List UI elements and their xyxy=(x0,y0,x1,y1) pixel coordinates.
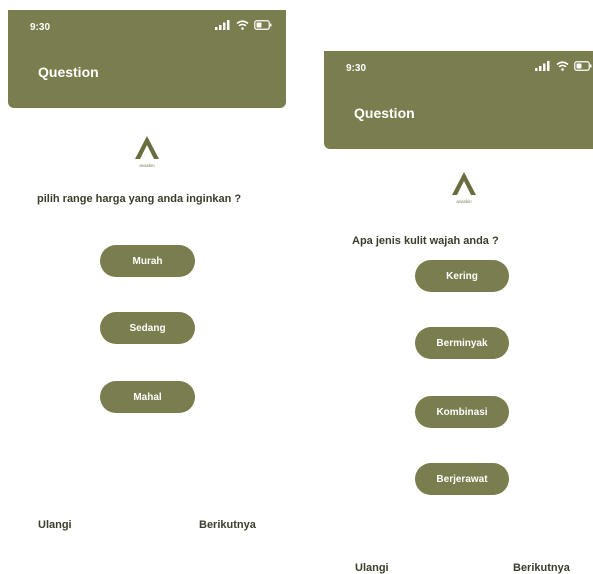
status-icons xyxy=(535,61,592,71)
wifi-icon xyxy=(556,61,569,71)
reset-link[interactable]: Ulangi xyxy=(38,519,72,531)
avaskin-logo: avaskin xyxy=(452,172,476,204)
option-sedang-button[interactable]: Sedang xyxy=(100,312,195,344)
battery-icon xyxy=(254,20,272,30)
question-text: Apa jenis kulit wajah anda ? xyxy=(352,235,499,247)
status-icons xyxy=(215,20,272,30)
wifi-icon xyxy=(236,20,249,30)
next-link[interactable]: Berikutnya xyxy=(513,562,570,574)
option-berjerawat-button[interactable]: Berjerawat xyxy=(415,463,509,495)
screen-skin-type: 9:30 Question avaskin Apa jenis kulit wa… xyxy=(316,0,593,574)
page-title: Question xyxy=(38,64,99,80)
status-time: 9:30 xyxy=(30,22,51,33)
option-murah-button[interactable]: Murah xyxy=(100,245,195,277)
brand-logo: avaskin xyxy=(127,133,167,173)
app-header: 9:30 Question xyxy=(8,10,286,108)
signal-icon xyxy=(535,61,550,71)
page-title: Question xyxy=(354,105,415,121)
option-mahal-button[interactable]: Mahal xyxy=(100,381,195,413)
app-header: 9:30 Question xyxy=(324,51,593,149)
avaskin-logo: avaskin xyxy=(135,136,159,168)
signal-icon xyxy=(215,20,230,30)
option-berminyak-button[interactable]: Berminyak xyxy=(415,327,509,359)
question-text: pilih range harga yang anda inginkan ? xyxy=(37,193,242,205)
screen-price-range: 9:30 Question avaskin pilih range harga … xyxy=(0,0,296,574)
option-kering-button[interactable]: Kering xyxy=(415,260,509,292)
option-kombinasi-button[interactable]: Kombinasi xyxy=(415,396,509,428)
battery-icon xyxy=(574,61,592,71)
brand-logo: avaskin xyxy=(444,169,484,209)
reset-link[interactable]: Ulangi xyxy=(355,562,389,574)
svg-text:avaskin: avaskin xyxy=(139,163,155,168)
svg-text:avaskin: avaskin xyxy=(456,199,472,204)
next-link[interactable]: Berikutnya xyxy=(199,519,256,531)
status-time: 9:30 xyxy=(346,63,367,74)
